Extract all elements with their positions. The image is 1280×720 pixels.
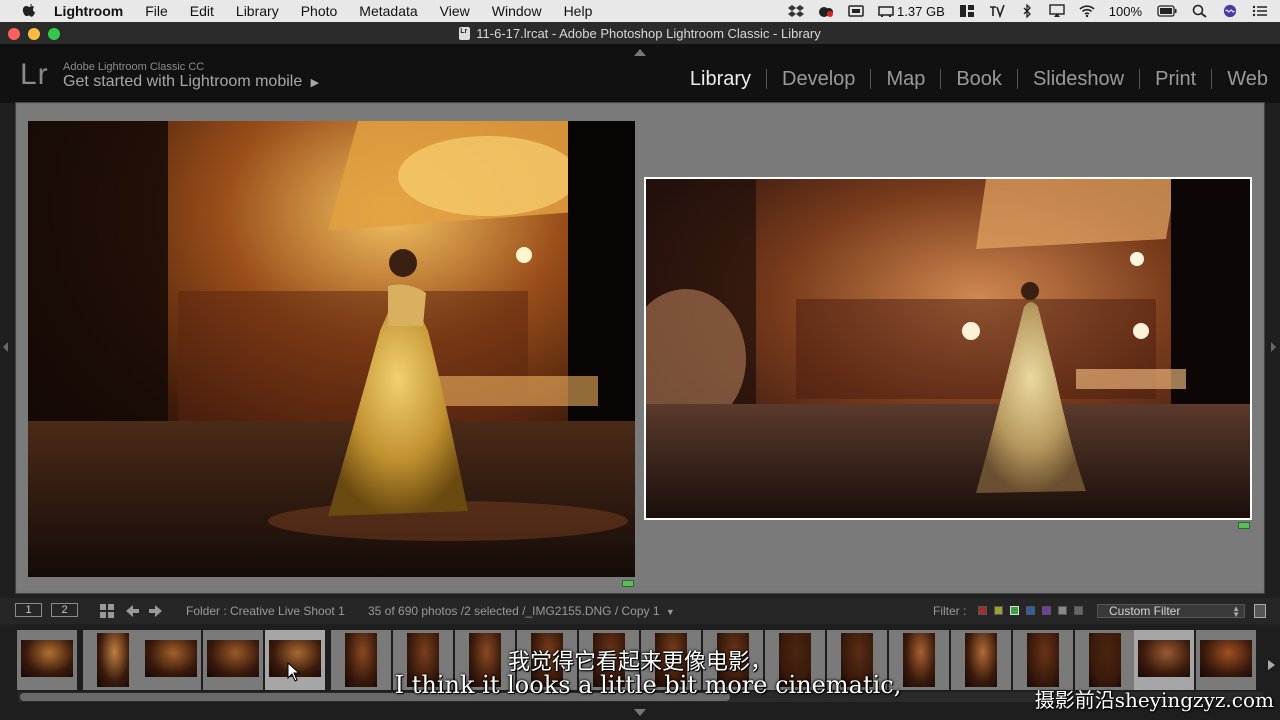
photo-1-pick-flag[interactable] xyxy=(622,580,634,587)
promo-text: Get started with Lightroom mobile xyxy=(63,73,303,90)
bluetooth-icon[interactable] xyxy=(1019,4,1035,18)
menu-file[interactable]: File xyxy=(145,3,168,19)
creative-cloud-icon[interactable] xyxy=(818,4,834,18)
filter-red-swatch[interactable] xyxy=(978,606,987,615)
identity-plate-promo[interactable]: Get started with Lightroom mobile ▶ xyxy=(63,73,319,91)
siri-icon[interactable] xyxy=(1222,4,1238,18)
module-map[interactable]: Map xyxy=(870,69,940,89)
menu-photo[interactable]: Photo xyxy=(301,3,338,19)
memory-indicator[interactable]: 1.37 GB xyxy=(878,4,945,19)
text-expander-icon[interactable] xyxy=(989,4,1005,18)
theater-photo-horizontal xyxy=(646,179,1250,518)
filter-purple-swatch[interactable] xyxy=(1042,606,1051,615)
menu-window[interactable]: Window xyxy=(492,3,542,19)
selection-status-text: 35 of 690 photos /2 selected /_IMG2155.D… xyxy=(368,604,660,618)
survey-photo-1[interactable] xyxy=(28,121,635,577)
secondary-window-button[interactable]: 2 xyxy=(51,603,78,617)
grid-view-icon[interactable] xyxy=(99,603,115,619)
memory-icon xyxy=(878,6,894,17)
folder-source-label[interactable]: Folder : Creative Live Shoot 1 xyxy=(186,604,345,618)
menu-edit[interactable]: Edit xyxy=(190,3,214,19)
selection-status[interactable]: 35 of 690 photos /2 selected /_IMG2155.D… xyxy=(368,604,675,618)
module-library[interactable]: Library xyxy=(675,69,766,89)
filter-yellow-swatch[interactable] xyxy=(994,606,1003,615)
memory-value: 1.37 GB xyxy=(897,3,945,19)
menu-metadata[interactable]: Metadata xyxy=(359,3,417,19)
custom-filter-value: Custom Filter xyxy=(1109,604,1181,618)
menu-bar: Lightroom File Edit Library Photo Metada… xyxy=(0,0,1280,22)
next-photo-arrow-icon[interactable] xyxy=(148,603,164,619)
battery-icon[interactable] xyxy=(1156,4,1178,18)
menu-help[interactable]: Help xyxy=(564,3,593,19)
left-panel-toggle-icon[interactable] xyxy=(3,342,8,352)
filter-none-swatch[interactable] xyxy=(1074,606,1083,615)
lightroom-logo: Lr xyxy=(20,58,49,91)
library-toolbar: 1 2 Folder : Creative Live Shoot 1 35 of… xyxy=(0,598,1280,624)
status-dropdown-icon: ▼ xyxy=(665,607,675,617)
menu-view[interactable]: View xyxy=(440,3,470,19)
wifi-icon[interactable] xyxy=(1079,4,1095,18)
identity-plate-product: Adobe Lightroom Classic CC xyxy=(63,61,205,73)
custom-filter-select[interactable]: Custom Filter ▲ ▼ xyxy=(1097,604,1245,619)
main-window-button[interactable]: 1 xyxy=(15,603,42,617)
window-title: 11-6-17.lrcat - Adobe Photoshop Lightroo… xyxy=(0,26,1280,41)
play-triangle-icon: ▶ xyxy=(310,77,320,89)
survey-photo-2[interactable] xyxy=(644,177,1252,520)
module-book[interactable]: Book xyxy=(940,69,1017,89)
module-picker: Library Develop Map Book Slideshow Print… xyxy=(675,69,1280,89)
filter-green-swatch[interactable] xyxy=(1010,606,1019,615)
photo-2-pick-flag[interactable] xyxy=(1238,522,1250,529)
battery-percent[interactable]: 100% xyxy=(1109,4,1142,19)
apple-icon[interactable] xyxy=(21,3,37,19)
module-develop[interactable]: Develop xyxy=(766,69,870,89)
window-layout-icon[interactable] xyxy=(959,4,975,18)
module-web[interactable]: Web xyxy=(1211,69,1280,89)
window-title-text: 11-6-17.lrcat - Adobe Photoshop Lightroo… xyxy=(476,26,821,41)
menu-app-name[interactable]: Lightroom xyxy=(54,3,123,19)
select-arrows-icon: ▲ ▼ xyxy=(1232,604,1240,619)
module-print[interactable]: Print xyxy=(1139,69,1211,89)
display-icon[interactable] xyxy=(848,4,864,18)
top-panel-toggle-icon[interactable] xyxy=(634,49,646,56)
previous-photo-arrow-icon[interactable] xyxy=(124,603,140,619)
site-watermark: 摄影前沿sheyingzyz.com xyxy=(1034,688,1274,712)
filter-custom-swatch[interactable] xyxy=(1058,606,1067,615)
right-panel-toggle-icon[interactable] xyxy=(1271,342,1276,352)
spotlight-search-icon[interactable] xyxy=(1192,4,1208,18)
notification-center-icon[interactable] xyxy=(1252,4,1268,18)
bottom-panel-toggle-icon[interactable] xyxy=(634,709,646,716)
window-title-bar: 11-6-17.lrcat - Adobe Photoshop Lightroo… xyxy=(0,22,1280,45)
filter-blue-swatch[interactable] xyxy=(1026,606,1035,615)
module-slideshow[interactable]: Slideshow xyxy=(1016,69,1139,89)
filter-lock-icon[interactable] xyxy=(1254,604,1266,618)
menu-library[interactable]: Library xyxy=(236,3,279,19)
dropbox-icon[interactable] xyxy=(788,4,805,18)
catalog-document-icon xyxy=(459,27,471,40)
airplay-icon[interactable] xyxy=(1049,4,1065,18)
theater-photo-vertical xyxy=(28,121,635,577)
filter-label: Filter : xyxy=(933,604,967,618)
